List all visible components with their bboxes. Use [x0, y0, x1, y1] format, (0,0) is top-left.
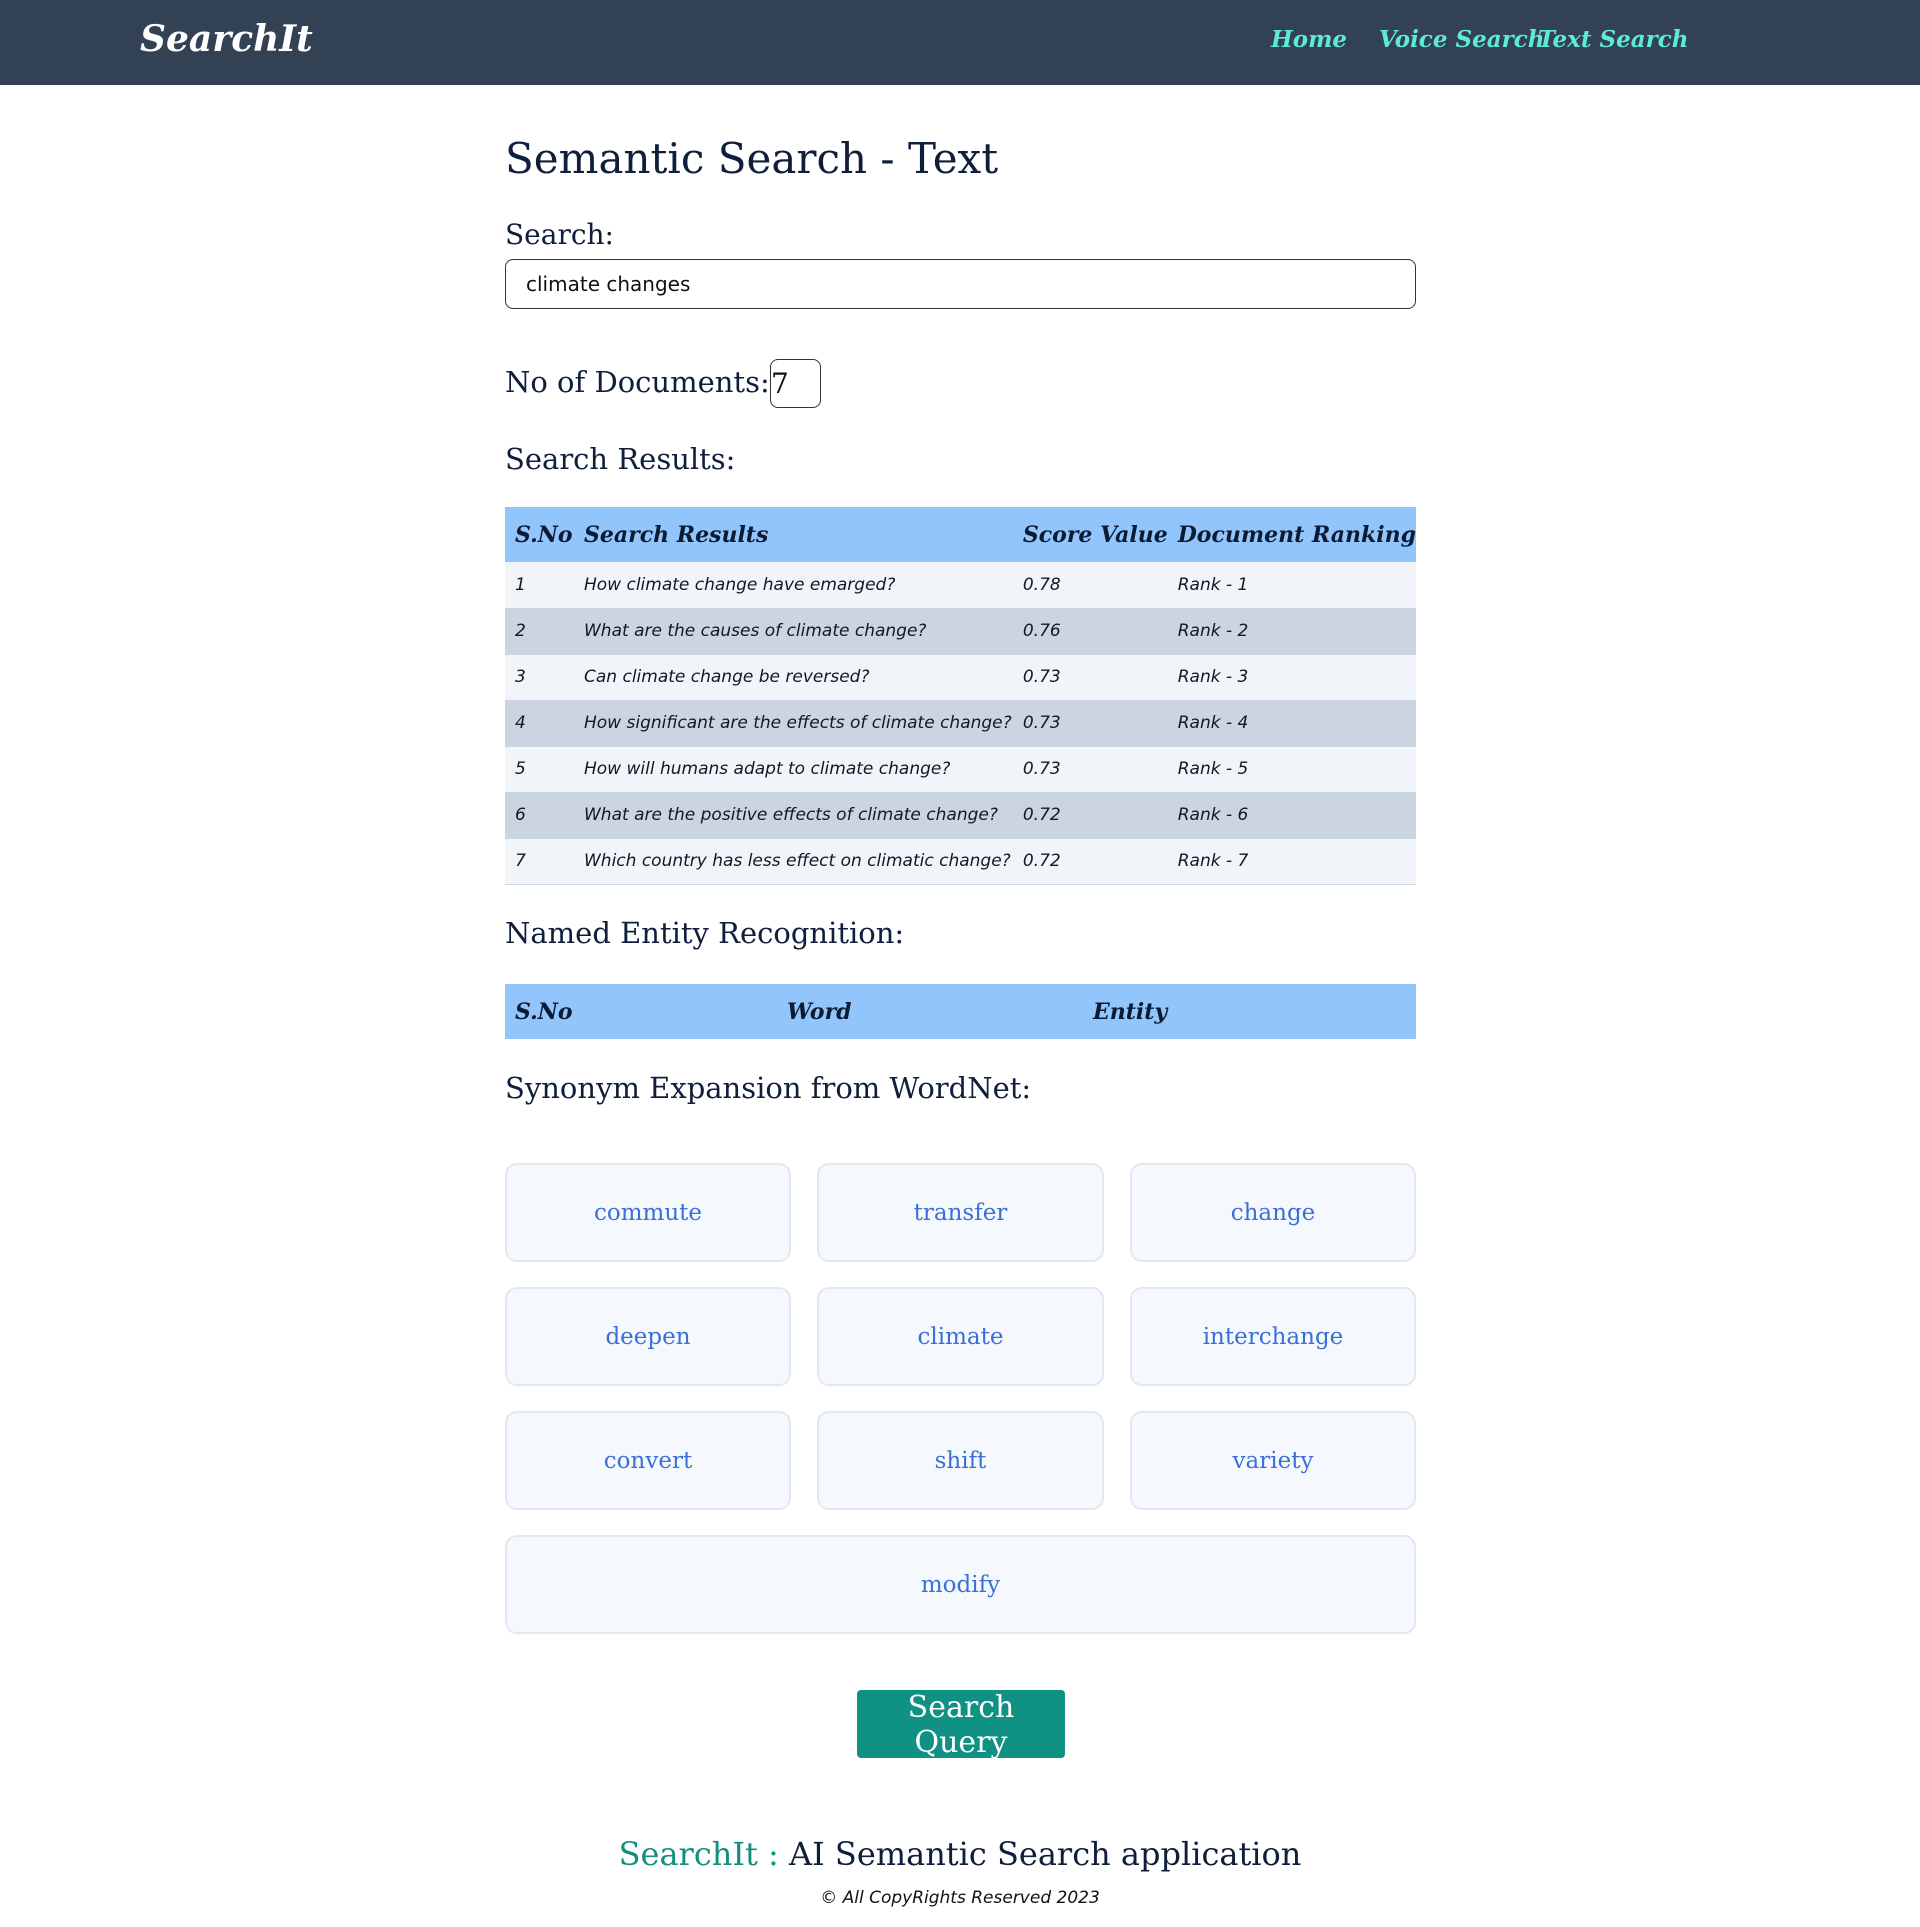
search-input[interactable]: [505, 259, 1416, 309]
cell-search-result: What are the positive effects of climate…: [574, 792, 1013, 839]
cell-score: 0.72: [1012, 838, 1168, 885]
footer-copyright: © All CopyRights Reserved 2023: [820, 1888, 1100, 1908]
cell-rank: Rank - 3: [1167, 654, 1416, 701]
documents-count-input[interactable]: [770, 359, 821, 408]
cell-rank: Rank - 7: [1167, 838, 1416, 885]
documents-count-label: No of Documents:: [505, 365, 770, 399]
synonym-chip[interactable]: transfer: [817, 1163, 1104, 1262]
synonym-chip[interactable]: change: [1130, 1163, 1416, 1262]
table-row: 5 How will humans adapt to climate chang…: [505, 746, 1416, 793]
cell-search-result: What are the causes of climate change?: [574, 608, 1013, 655]
footer-brand: SearchIt :: [618, 1835, 779, 1873]
column-header-sno: S.No: [505, 507, 574, 562]
cell-score: 0.78: [1012, 562, 1168, 609]
table-row: 4 How significant are the effects of cli…: [505, 700, 1416, 747]
cell-sno: 3: [505, 654, 574, 701]
cell-rank: Rank - 6: [1167, 792, 1416, 839]
search-label: Search:: [505, 218, 614, 251]
cell-search-result: Can climate change be reversed?: [574, 654, 1013, 701]
column-header-word: Word: [777, 984, 1083, 1039]
cell-sno: 7: [505, 838, 574, 885]
search-query-button[interactable]: Search Query: [857, 1690, 1065, 1760]
synonym-chip[interactable]: climate: [817, 1287, 1104, 1386]
synonym-chip[interactable]: convert: [505, 1411, 791, 1510]
nav-link-home[interactable]: Home: [1271, 26, 1347, 53]
search-results-heading: Search Results:: [505, 442, 736, 476]
cell-score: 0.73: [1012, 654, 1168, 701]
table-row: 1 How climate change have emarged? 0.78 …: [505, 562, 1416, 609]
table-row: 6 What are the positive effects of clima…: [505, 792, 1416, 839]
table-header-row: S.No Search Results Score Value Document…: [505, 507, 1416, 562]
cell-sno: 1: [505, 562, 574, 609]
synonym-heading: Synonym Expansion from WordNet:: [505, 1071, 1032, 1105]
footer-tagline: AI Semantic Search application: [788, 1835, 1302, 1873]
cell-sno: 5: [505, 746, 574, 793]
column-header-score-value: Score Value: [1012, 507, 1168, 562]
cell-rank: Rank - 5: [1167, 746, 1416, 793]
ner-table: S.No Word Entity: [505, 984, 1416, 1039]
synonym-chip[interactable]: shift: [817, 1411, 1104, 1510]
cell-rank: Rank - 4: [1167, 700, 1416, 747]
cell-rank: Rank - 1: [1167, 562, 1416, 609]
synonym-chip[interactable]: modify: [505, 1535, 1416, 1634]
table-row: 7 Which country has less effect on clima…: [505, 838, 1416, 885]
nav-link-text-search[interactable]: Text Search: [1538, 26, 1688, 53]
cell-search-result: How will humans adapt to climate change?: [574, 746, 1013, 793]
cell-search-result: How climate change have emarged?: [574, 562, 1013, 609]
table-row: 2 What are the causes of climate change?…: [505, 608, 1416, 655]
cell-score: 0.73: [1012, 700, 1168, 747]
cell-search-result: Which country has less effect on climati…: [574, 838, 1013, 885]
table-header-row: S.No Word Entity: [505, 984, 1416, 1039]
cell-score: 0.76: [1012, 608, 1168, 655]
column-header-entity: Entity: [1083, 984, 1416, 1039]
synonym-chip[interactable]: commute: [505, 1163, 791, 1262]
cell-rank: Rank - 2: [1167, 608, 1416, 655]
cell-score: 0.73: [1012, 746, 1168, 793]
nav-link-voice-search[interactable]: Voice Search: [1379, 26, 1544, 53]
synonym-chip[interactable]: variety: [1130, 1411, 1416, 1510]
brand-logo[interactable]: SearchIt: [140, 18, 313, 60]
column-header-search-results: Search Results: [574, 507, 1013, 562]
search-results-table: S.No Search Results Score Value Document…: [505, 507, 1416, 885]
navbar: SearchIt Home Voice Search Text Search: [0, 0, 1920, 85]
column-header-document-ranking: Document Ranking: [1167, 507, 1416, 562]
ner-heading: Named Entity Recognition:: [505, 916, 905, 950]
synonym-chip[interactable]: deepen: [505, 1287, 791, 1386]
column-header-sno: S.No: [505, 984, 777, 1039]
table-row: 3 Can climate change be reversed? 0.73 R…: [505, 654, 1416, 701]
footer-title: SearchIt : AI Semantic Search applicatio…: [0, 1835, 1920, 1873]
page-title: Semantic Search - Text: [505, 134, 999, 183]
cell-score: 0.72: [1012, 792, 1168, 839]
cell-sno: 2: [505, 608, 574, 655]
cell-sno: 6: [505, 792, 574, 839]
cell-search-result: How significant are the effects of clima…: [574, 700, 1013, 747]
cell-sno: 4: [505, 700, 574, 747]
synonym-chip[interactable]: interchange: [1130, 1287, 1416, 1386]
